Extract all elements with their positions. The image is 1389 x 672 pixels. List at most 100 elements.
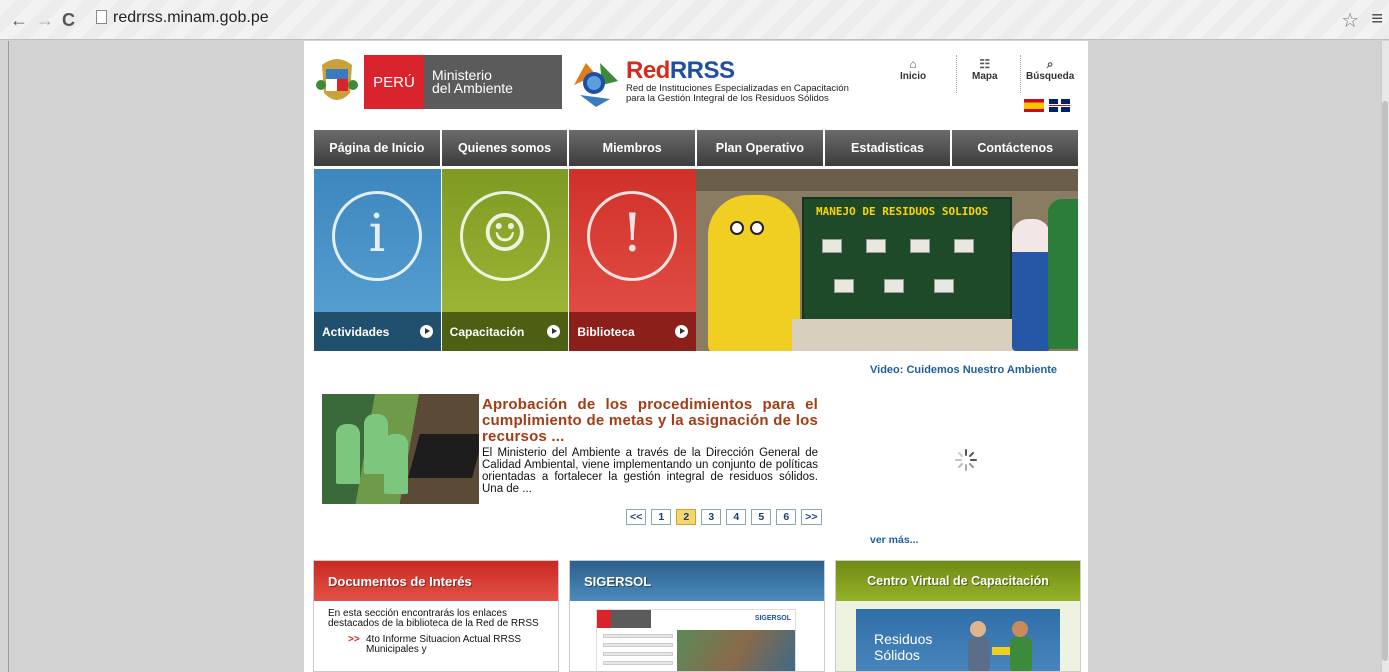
mascot-eye (730, 221, 744, 235)
recycling-globe-icon (574, 63, 618, 107)
pager-page-1[interactable]: 1 (651, 509, 672, 525)
menu-item-estadisticas[interactable]: Estadisticas (824, 130, 951, 166)
play-icon (675, 325, 689, 338)
sigersol-shot-label: SIGERSOL (754, 615, 791, 622)
toplink-mapa[interactable]: ☷ Mapa (972, 57, 998, 82)
tile-capacitacion[interactable]: ☺ Capacitación (441, 169, 569, 351)
board-card (910, 239, 930, 253)
reload-icon[interactable]: C (62, 10, 75, 30)
toplink-busqueda-label: Búsqueda (1026, 71, 1075, 82)
menu-item-quienes-somos[interactable]: Quienes somos (441, 130, 568, 166)
feature-tiles: i Actividades ☺ Capacitación ! Bibliotec… (314, 169, 697, 351)
toplink-separator (956, 55, 957, 93)
pager-last[interactable]: >> (801, 509, 822, 525)
board-card (884, 279, 904, 293)
loading-spinner-icon (955, 449, 977, 471)
tile-capacitacion-label: Capacitación (449, 324, 525, 339)
red-rrss-subtitle: Red de Instituciones Especializadas en C… (626, 84, 849, 104)
tile-actividades[interactable]: i Actividades (314, 169, 441, 351)
play-icon (547, 325, 561, 338)
news-title[interactable]: Aprobación de los procedimientos para el… (482, 397, 818, 445)
residuos-solidos-tile[interactable]: Residuos Sólidos (856, 609, 1060, 671)
peru-label: PERÚ (364, 55, 424, 109)
worker-figure (384, 434, 408, 494)
info-icon: i (368, 204, 386, 264)
page-content: PERÚ Ministerio del Ambiente RedRRSS Red… (304, 41, 1088, 672)
home-icon: ⌂ (909, 57, 917, 71)
banner-photo[interactable]: MANEJO DE RESIDUOS SOLIDOS (696, 169, 1078, 351)
video-link[interactable]: Video: Cuidemos Nuestro Ambiente (870, 364, 1057, 376)
bookmark-star-icon[interactable]: ☆ (1341, 8, 1359, 33)
centro-virtual-title[interactable]: Centro Virtual de Capacitación (836, 561, 1080, 601)
sigersol-form-lines (603, 634, 673, 670)
toplink-inicio[interactable]: ⌂ Inicio (900, 57, 926, 82)
address-bar[interactable]: redrrss.minam.gob.pe (96, 9, 269, 27)
tile-biblioteca-bar[interactable]: Biblioteca (569, 312, 697, 351)
smiley-icon: ☺ (481, 204, 528, 264)
menu-item-plan-operativo[interactable]: Plan Operativo (697, 130, 823, 166)
rrss-title-red: Red (626, 57, 670, 84)
news-image[interactable] (322, 394, 479, 504)
browser-toolbar: ← → C redrrss.minam.gob.pe ☆ ≡ (0, 0, 1389, 40)
scrollbar[interactable] (1381, 41, 1389, 672)
board-card (934, 279, 954, 293)
pager-page-5[interactable]: 5 (751, 509, 772, 525)
documentos-box: Documentos de Interés En esta sección en… (313, 560, 559, 672)
documentos-title[interactable]: Documentos de Interés (314, 561, 558, 601)
pager-page-3[interactable]: 3 (701, 509, 722, 525)
sigersol-shot-header: SIGERSOL (597, 610, 795, 628)
toplink-separator (1020, 55, 1021, 93)
play-icon (419, 325, 433, 338)
forward-arrow-icon[interactable]: → (36, 10, 54, 30)
scrollbar-thumb[interactable] (1382, 101, 1388, 661)
back-arrow-icon[interactable]: ← (10, 10, 28, 30)
board-card (866, 239, 886, 253)
menu-item-miembros[interactable]: Miembros (569, 130, 696, 166)
rrss-sub-line2: para la Gestión Integral de los Residuos… (626, 93, 829, 104)
browser-menu-icon[interactable]: ≡ (1371, 8, 1383, 31)
sigersol-title[interactable]: SIGERSOL (570, 561, 824, 601)
sigersol-box: SIGERSOL SIGERSOL (569, 560, 825, 672)
ministerio-name: Ministerio del Ambiente (424, 55, 562, 109)
pager-page-2[interactable]: 2 (676, 509, 697, 525)
news-body: El Ministerio del Ambiente a través de l… (482, 447, 818, 495)
documentos-item[interactable]: >> 4to Informe Situacion Actual RRSS Mun… (314, 633, 558, 655)
toplink-inicio-label: Inicio (900, 71, 927, 82)
workers-illustration-icon (968, 621, 1032, 671)
ministerio-line2: del Ambiente (432, 80, 513, 96)
documentos-item-text: 4to Informe Situacion Actual RRSS Munici… (366, 634, 522, 655)
mascot-eye (750, 221, 764, 235)
board-card (822, 239, 842, 253)
tile-biblioteca-label: Biblioteca (577, 324, 635, 339)
pager-page-6[interactable]: 6 (776, 509, 797, 525)
red-rrss-title: RedRRSS (626, 57, 735, 85)
documentos-desc: En esta sección encontrarás los enlaces … (328, 608, 539, 629)
sigersol-shot-photo (677, 630, 795, 671)
toplink-mapa-label: Mapa (972, 71, 998, 82)
tile-actividades-bar[interactable]: Actividades (314, 312, 441, 351)
residuos-solidos-text: Residuos Sólidos (874, 631, 932, 663)
peru-coat-of-arms-icon (316, 59, 358, 100)
english-flag-icon[interactable] (1049, 99, 1070, 112)
menu-item-contactenos[interactable]: Contáctenos (952, 130, 1079, 166)
centro-virtual-box: Centro Virtual de Capacitación Residuos … (835, 560, 1081, 672)
toplink-busqueda[interactable]: ⌕ Búsqueda (1026, 57, 1074, 82)
search-icon: ⌕ (1046, 57, 1054, 71)
tile-actividades-label: Actividades (322, 324, 390, 339)
board-card (954, 239, 974, 253)
sigersol-screenshot[interactable]: SIGERSOL (596, 609, 796, 671)
ver-mas-link[interactable]: ver más... (870, 534, 918, 546)
tile-capacitacion-bar[interactable]: Capacitación (441, 312, 569, 351)
alert-icon: ! (621, 204, 643, 264)
landfill-pit (408, 434, 479, 478)
pager-page-4[interactable]: 4 (726, 509, 747, 525)
tile-biblioteca[interactable]: ! Biblioteca (569, 169, 697, 351)
spanish-flag-icon[interactable] (1024, 99, 1044, 112)
green-bin-mascot (1048, 199, 1078, 349)
page-icon (96, 10, 107, 24)
menu-item-pagina-de-inicio[interactable]: Página de Inicio (314, 130, 440, 166)
address-url: redrrss.minam.gob.pe (113, 9, 269, 26)
yellow-mascot (708, 195, 800, 351)
ministerio-logo[interactable]: PERÚ Ministerio del Ambiente (364, 55, 562, 109)
pager-first[interactable]: << (626, 509, 647, 525)
